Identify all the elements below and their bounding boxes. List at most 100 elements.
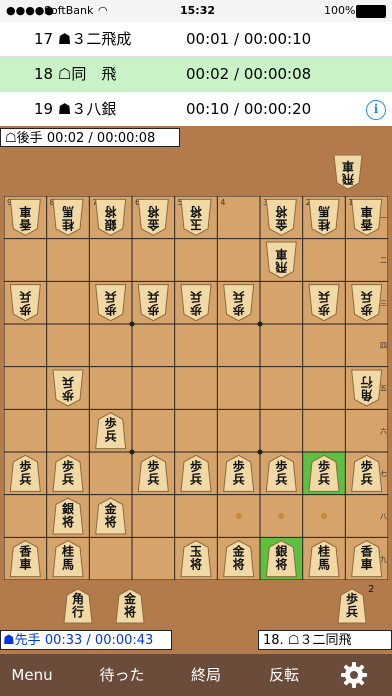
menu-button[interactable]: Menu [4, 654, 60, 696]
sente-piece[interactable]: 歩兵 [95, 412, 127, 450]
gote-hand-piece[interactable]: 飛車 [333, 154, 363, 190]
sente-piece[interactable]: 歩兵 [351, 454, 383, 492]
svg-text:桂: 桂 [62, 217, 75, 232]
gote-label: 後手 [16, 131, 43, 146]
svg-text:歩: 歩 [361, 303, 373, 318]
svg-text:歩: 歩 [346, 591, 358, 606]
gote-piece[interactable]: 金将 [265, 198, 297, 236]
wifi-icon: ◠ [98, 4, 108, 17]
gote-piece-icon: ☖ [5, 131, 17, 146]
svg-text:歩: 歩 [19, 303, 31, 318]
svg-text:車: 車 [342, 159, 354, 174]
svg-text:香: 香 [18, 544, 31, 559]
sente-hand-piece[interactable]: 角行 [63, 588, 93, 624]
flip-button[interactable]: 反転 [256, 654, 312, 696]
sente-piece[interactable]: 歩兵 [52, 454, 84, 492]
sente-piece[interactable]: 香車 [9, 540, 41, 578]
sente-piece[interactable]: 歩兵 [9, 454, 41, 492]
sente-piece[interactable]: 玉将 [180, 540, 212, 578]
gote-piece[interactable]: 香車 [9, 198, 41, 236]
move-row-17[interactable]: 17 ☗３二飛成 00:01 / 00:00:10 [0, 22, 392, 57]
gote-clock: ☖後手 00:02 / 00:00:08 [0, 128, 180, 147]
svg-text:歩: 歩 [275, 458, 287, 473]
sente-hand-piece[interactable]: 歩兵 [337, 588, 367, 624]
svg-text:兵: 兵 [62, 375, 74, 390]
sente-piece[interactable]: 金将 [95, 497, 127, 535]
svg-text:行: 行 [361, 375, 374, 390]
undo-button[interactable]: 待った [90, 654, 154, 696]
move-number: 19 [34, 100, 58, 118]
gote-piece[interactable]: 歩兵 [308, 284, 340, 322]
sente-piece[interactable]: 金将 [223, 540, 255, 578]
gote-piece[interactable]: 歩兵 [95, 284, 127, 322]
sente-hand-piece[interactable]: 金将 [115, 588, 145, 624]
sente-piece[interactable]: 香車 [351, 540, 383, 578]
svg-text:車: 車 [361, 204, 373, 219]
move-hint-dot[interactable] [235, 513, 242, 519]
svg-text:歩: 歩 [233, 303, 245, 318]
gote-piece[interactable]: 桂馬 [52, 198, 84, 236]
svg-text:将: 将 [105, 204, 117, 219]
svg-text:兵: 兵 [147, 290, 159, 305]
rank-label: 九 [380, 554, 387, 563]
gote-piece[interactable]: 角行 [351, 369, 383, 407]
sente-piece[interactable]: 銀将 [52, 497, 84, 535]
gote-piece[interactable]: 飛車 [265, 241, 297, 279]
info-button[interactable]: i [366, 100, 386, 120]
gote-piece[interactable]: 銀将 [95, 198, 127, 236]
svg-text:兵: 兵 [361, 290, 373, 305]
gote-hand: 飛車 [333, 154, 363, 190]
move-row-18[interactable]: 18 ☖同 飛 00:02 / 00:00:08 [0, 57, 392, 92]
svg-text:歩: 歩 [318, 458, 330, 473]
move-hint-dot[interactable] [321, 513, 327, 519]
gote-piece[interactable]: 歩兵 [137, 284, 169, 322]
gote-piece[interactable]: 金将 [137, 198, 169, 236]
sente-piece[interactable]: 歩兵 [308, 454, 340, 492]
sente-piece-icon: ☗ [3, 633, 15, 648]
rank-label: 三 [380, 299, 387, 307]
last-move-number: 18. [263, 633, 284, 648]
star-point [257, 449, 263, 455]
sente-piece[interactable]: 歩兵 [223, 454, 255, 492]
gote-piece[interactable]: 歩兵 [52, 369, 84, 407]
gote-piece[interactable]: 歩兵 [223, 284, 255, 322]
svg-text:歩: 歩 [190, 458, 202, 473]
sente-piece[interactable]: 銀将 [265, 540, 297, 578]
svg-text:歩: 歩 [190, 303, 202, 318]
gear-icon[interactable] [340, 661, 368, 689]
move-text: 17 ☗３二飛成 [34, 30, 131, 48]
gote-piece[interactable]: 香車 [351, 198, 383, 236]
resign-button[interactable]: 終局 [178, 654, 234, 696]
svg-text:香: 香 [19, 217, 32, 232]
svg-text:歩: 歩 [105, 303, 117, 318]
sente-times: 00:33 / 00:00:43 [44, 633, 154, 648]
sente-piece[interactable]: 歩兵 [137, 454, 169, 492]
sente-piece[interactable]: 歩兵 [180, 454, 212, 492]
svg-text:角: 角 [361, 388, 373, 403]
rank-label: 二 [380, 257, 387, 265]
svg-text:桂: 桂 [318, 217, 331, 232]
sente-piece[interactable]: 桂馬 [52, 540, 84, 578]
svg-text:車: 車 [19, 204, 31, 219]
svg-text:車: 車 [361, 557, 373, 572]
svg-text:将: 将 [105, 514, 117, 529]
move-row-19[interactable]: 19 ☗３八銀 00:10 / 00:00:20 i [0, 92, 392, 127]
sente-piece[interactable]: 歩兵 [265, 454, 297, 492]
gote-piece[interactable]: 歩兵 [351, 284, 383, 322]
move-times: 00:10 / 00:00:20 [186, 100, 312, 118]
rank-label: 四 [380, 342, 387, 350]
gote-piece[interactable]: 歩兵 [180, 284, 212, 322]
gote-piece[interactable]: 歩兵 [9, 284, 41, 322]
gote-piece[interactable]: 桂馬 [308, 198, 340, 236]
move-notation: ３二飛成 [71, 30, 132, 48]
gote-piece[interactable]: 玉将 [180, 198, 212, 236]
rank-label: 五 [380, 385, 387, 393]
svg-text:歩: 歩 [318, 303, 330, 318]
move-times: 00:01 / 00:00:10 [186, 30, 312, 48]
star-point [257, 321, 263, 327]
move-text: 19 ☗３八銀 [34, 100, 116, 118]
sente-piece[interactable]: 桂馬 [308, 540, 340, 578]
sente-piece-icon: ☗ [57, 30, 72, 48]
move-hint-dot[interactable] [278, 513, 285, 519]
sente-piece-icon: ☗ [57, 100, 72, 118]
